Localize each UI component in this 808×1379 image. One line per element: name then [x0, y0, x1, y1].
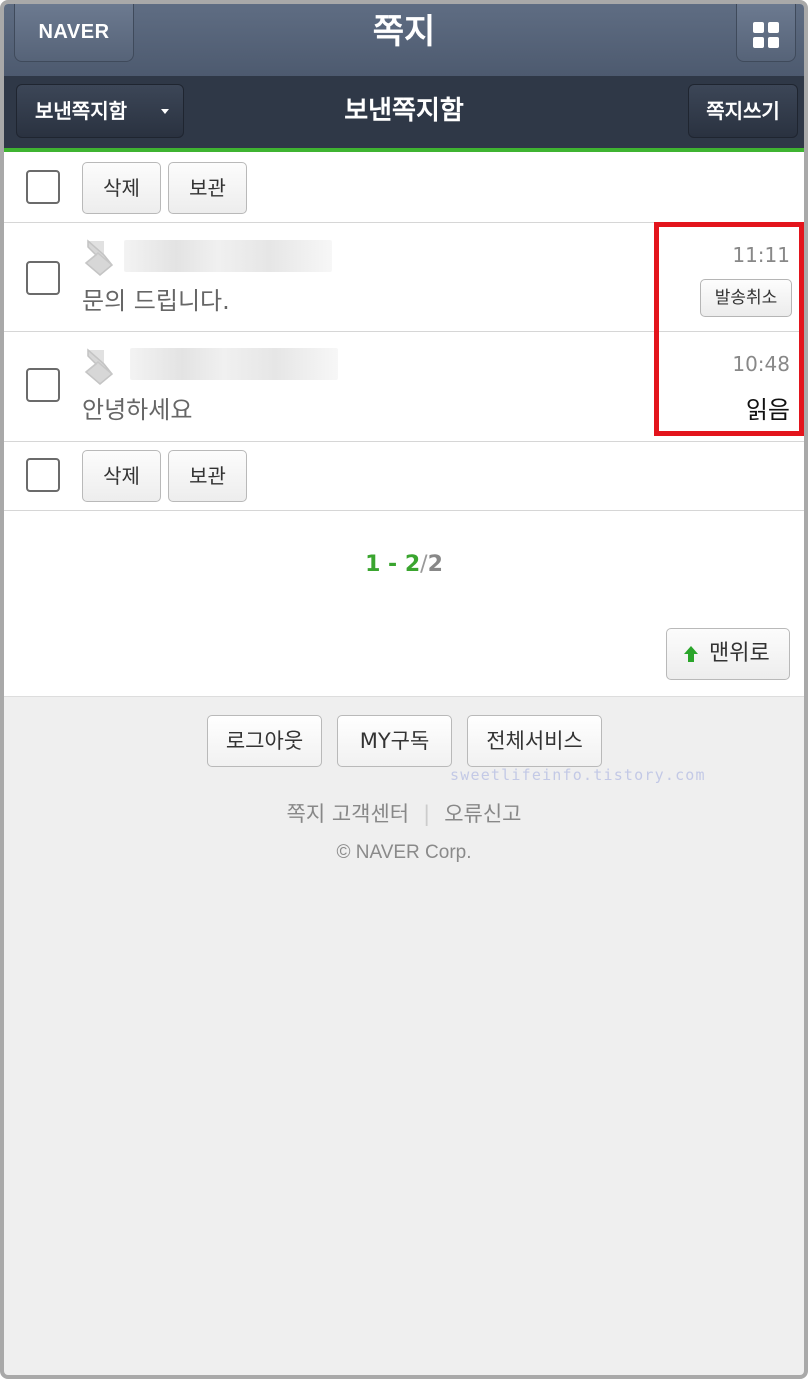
recipient-name-blurred [130, 348, 338, 380]
grid-icon[interactable] [736, 4, 796, 62]
list-item[interactable]: 안녕하세요 10:48 읽음 [4, 332, 804, 440]
message-time: 11:11 [732, 243, 790, 267]
cancel-send-button[interactable]: 발송취소 [700, 279, 792, 317]
back-to-top-button[interactable]: 맨위로 [666, 628, 790, 680]
delete-button[interactable]: 삭제 [82, 450, 161, 502]
copyright: © NAVER Corp. [336, 842, 472, 863]
list-item[interactable]: 문의 드립니다. 11:11 발송취소 [4, 223, 804, 331]
action-row-top: 삭제 보관 [4, 152, 804, 222]
back-to-top-label: 맨위로 [709, 641, 770, 666]
page-title: 보낸쪽지함 [344, 96, 464, 126]
sub-header: 보낸쪽지함 보낸쪽지함 쪽지쓰기 [4, 76, 804, 148]
message-list-panel: 삭제 보관 문의 드립니다. 11:11 발송취소 안녕하세요 10:48 읽음… [4, 152, 804, 696]
app-frame: NAVER 쪽지 보낸쪽지함 보낸쪽지함 쪽지쓰기 삭제 보관 문의 드립니다.… [0, 0, 808, 1379]
message-checkbox[interactable] [26, 368, 60, 402]
select-all-checkbox[interactable] [26, 458, 60, 492]
page-separator: / [420, 552, 428, 577]
person-icon [84, 239, 114, 276]
message-subject[interactable]: 문의 드립니다. [82, 281, 230, 316]
archive-button[interactable]: 보관 [168, 450, 247, 502]
help-center-link[interactable]: 쪽지 고객센터 [287, 802, 410, 826]
footer-links: 쪽지 고객센터 | 오류신고 [4, 798, 804, 828]
message-checkbox[interactable] [26, 261, 60, 295]
person-icon [84, 348, 114, 385]
archive-button[interactable]: 보관 [168, 162, 247, 214]
page-total: 2 [427, 552, 443, 577]
message-subject[interactable]: 안녕하세요 [82, 390, 192, 425]
recipient-name-blurred [124, 240, 332, 272]
read-status: 읽음 [745, 396, 790, 424]
app-title: 쪽지 [372, 12, 436, 52]
report-error-link[interactable]: 오류신고 [444, 802, 521, 826]
watermark-text: sweetlifeinfo.tistory.com [450, 766, 706, 784]
link-separator: | [423, 802, 431, 826]
pagination: 1 - 2/2 [4, 552, 804, 577]
action-row-bottom: 삭제 보관 [4, 442, 804, 512]
page-range: 1 - 2 [365, 552, 421, 577]
divider [4, 510, 804, 511]
my-subscription-button[interactable]: MY구독 [337, 715, 452, 767]
footer-divider [4, 696, 804, 697]
message-time: 10:48 [732, 352, 790, 376]
delete-button[interactable]: 삭제 [82, 162, 161, 214]
logout-button[interactable]: 로그아웃 [207, 715, 322, 767]
arrow-up-icon [684, 646, 698, 662]
write-message-button[interactable]: 쪽지쓰기 [688, 84, 798, 138]
top-header: NAVER 쪽지 [4, 4, 804, 76]
all-services-button[interactable]: 전체서비스 [467, 715, 602, 767]
select-all-checkbox[interactable] [26, 170, 60, 204]
